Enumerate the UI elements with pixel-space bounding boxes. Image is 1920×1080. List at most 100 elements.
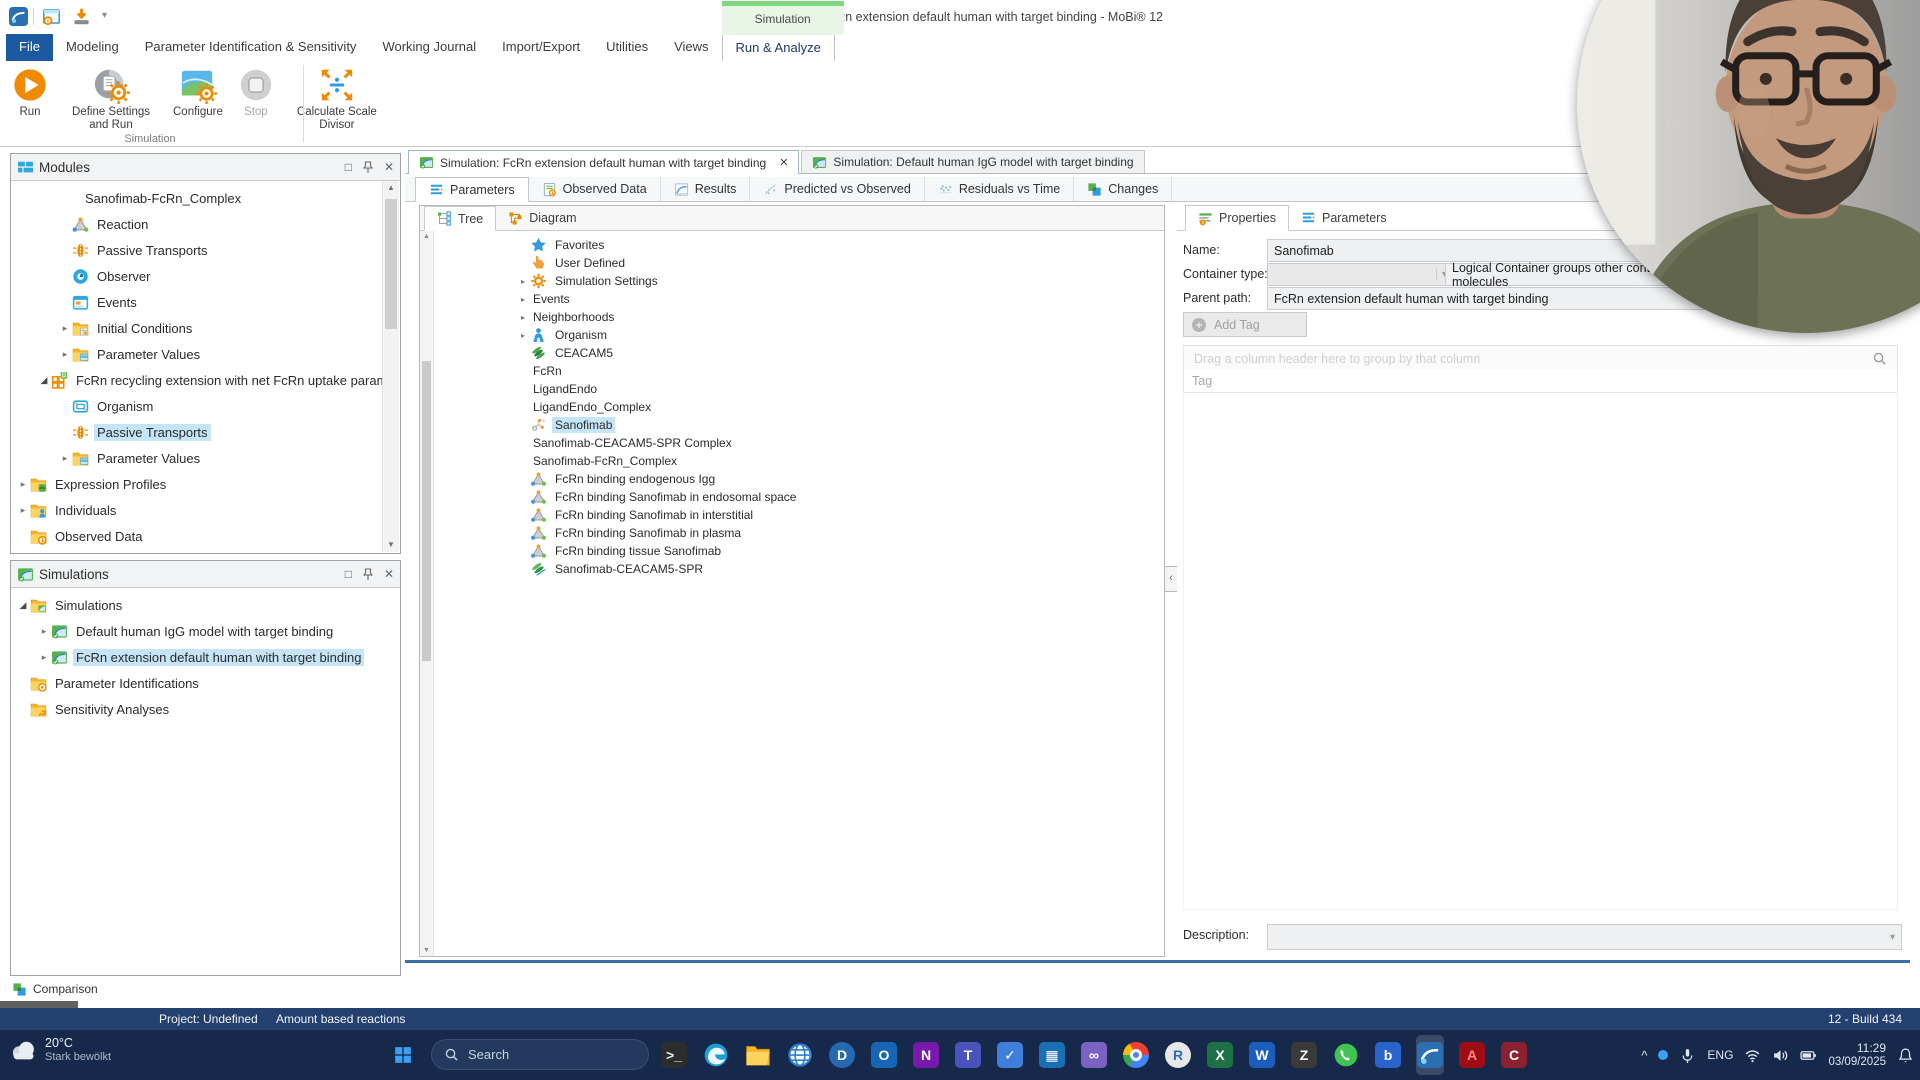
tree-item-fcrn-extension-default-human-with-target-b[interactable]: ▸ FcRn extension default human with targe… — [12, 644, 399, 670]
tree-item-passive-transports[interactable]: Passive Transports — [12, 419, 383, 445]
configure-button[interactable]: Configure — [166, 63, 230, 119]
tree-item-organism[interactable]: ▸ Organism — [433, 326, 1164, 344]
tree-item-fcrn-recycling-extension-with-net-fcrn-upt[interactable]: ◢ FcRn recycling extension with net FcRn … — [12, 367, 383, 393]
tree-item-events[interactable]: Events — [12, 289, 383, 315]
taskbar-zotero-icon[interactable]: Z — [1290, 1035, 1318, 1075]
ribbon-tab-working-journal[interactable]: Working Journal — [369, 34, 489, 61]
search-input[interactable]: Search — [431, 1039, 649, 1070]
scrollbar-thumb[interactable] — [422, 361, 431, 661]
ribbon-tab-modeling[interactable]: Modeling — [53, 34, 132, 61]
scrollbar-thumb[interactable] — [385, 199, 397, 329]
pin-icon[interactable] — [362, 567, 373, 581]
tree-item-simulation-settings[interactable]: ▸ Simulation Settings — [433, 272, 1164, 290]
tree-item-ceacam5[interactable]: CEACAM5 — [433, 344, 1164, 362]
scroll-down-icon[interactable]: ▼ — [383, 538, 399, 552]
tree-item-sensitivity-analyses[interactable]: Sensitivity Analyses — [12, 696, 399, 722]
tag-column-header[interactable]: Tag — [1183, 370, 1898, 393]
pin-icon[interactable] — [362, 160, 373, 174]
tree-item-sanofimab-ceacam5-spr-complex[interactable]: Sanofimab-CEACAM5-SPR Complex — [433, 434, 1164, 452]
tree-item-initial-conditions[interactable]: ▸ Initial Conditions — [12, 315, 383, 341]
expander-icon[interactable]: ▸ — [58, 349, 72, 360]
tree-item-organism[interactable]: Organism — [12, 393, 383, 419]
expander-icon[interactable]: ▸ — [516, 277, 530, 286]
taskbar-whatsapp-icon[interactable] — [1332, 1035, 1360, 1075]
expander-icon[interactable]: ▸ — [58, 453, 72, 464]
tree-item-sanofimab[interactable]: Sanofimab — [433, 416, 1164, 434]
taskbar-citavi-icon[interactable]: C — [1500, 1035, 1528, 1075]
taskbar-teams-icon[interactable]: T — [954, 1035, 982, 1075]
tree-item-ligandendo-complex[interactable]: LigandEndo_Complex — [433, 398, 1164, 416]
tab-tree[interactable]: Tree — [424, 206, 497, 231]
tree-item-simulations[interactable]: ◢ Simulations — [12, 592, 399, 618]
description-field[interactable]: ▾ — [1267, 924, 1902, 950]
expander-icon[interactable]: ▸ — [16, 479, 30, 490]
ribbon-tab-run-analyze[interactable]: Run & Analyze Simulation — [721, 1, 844, 62]
expander-icon[interactable]: ▸ — [516, 295, 530, 304]
view-tab-residuals-vs-time[interactable]: Residuals vs Time — [925, 177, 1075, 201]
run-button[interactable]: Run — [4, 63, 56, 119]
close-icon[interactable]: ✕ — [384, 567, 394, 581]
comparison-tab[interactable]: Comparison — [12, 978, 98, 1000]
scroll-up-icon[interactable]: ▲ — [383, 181, 399, 195]
tree-item-events[interactable]: ▸ Events — [433, 290, 1164, 308]
battery-icon[interactable] — [1800, 1047, 1817, 1064]
expander-icon[interactable]: ◢ — [16, 600, 30, 611]
tree-item-fcrn-binding-sanofimab-in-plasma[interactable]: FcRn binding Sanofimab in plasma — [433, 524, 1164, 542]
expander-icon[interactable]: ▸ — [58, 323, 72, 334]
taskbar-terminal-icon[interactable]: >_ — [660, 1035, 688, 1075]
ribbon-tab-parameter-identification-sensitivity[interactable]: Parameter Identification & Sensitivity — [132, 34, 370, 61]
tree-item-fcrn-binding-endogenous-igg[interactable]: FcRn binding endogenous Igg — [433, 470, 1164, 488]
tree-item-parameter-values[interactable]: ▸ Parameter Values — [12, 341, 383, 367]
bluetooth-icon[interactable] — [1658, 1050, 1669, 1060]
tree-item-observed-data[interactable]: Observed Data — [12, 523, 383, 549]
expander-icon[interactable]: ◢ — [37, 375, 51, 386]
close-tab-icon[interactable]: ✕ — [779, 156, 788, 169]
taskbar-excel-online-icon[interactable]: ▦ — [1038, 1035, 1066, 1075]
calculate-scale-divisor-button[interactable]: Calculate Scale Divisor — [282, 63, 392, 132]
expander-icon[interactable]: ▸ — [37, 626, 51, 637]
tree-item-parameter-values[interactable]: ▸ Parameter Values — [12, 445, 383, 471]
scroll-down-icon[interactable]: ▼ — [420, 947, 433, 954]
ribbon-tab-file[interactable]: File — [6, 34, 53, 61]
document-tab-2[interactable]: Simulation: Default human IgG model with… — [801, 150, 1145, 173]
tree-item-observer[interactable]: Observer — [12, 263, 383, 289]
ribbon-tab-import-export[interactable]: Import/Export — [489, 34, 593, 61]
search-icon[interactable] — [1872, 351, 1887, 366]
taskbar-edge-icon[interactable] — [702, 1035, 730, 1075]
taskbar-file-explorer-icon[interactable] — [744, 1035, 772, 1075]
tab-diagram[interactable]: Diagram — [496, 206, 588, 230]
wifi-icon[interactable] — [1744, 1047, 1761, 1064]
tree-item-favorites[interactable]: Favorites — [433, 236, 1164, 254]
view-tab-results[interactable]: Results — [661, 177, 751, 201]
view-tab-parameters[interactable]: Parameters — [415, 177, 529, 202]
clock[interactable]: 11:29 03/09/2025 — [1828, 1041, 1886, 1069]
close-icon[interactable]: ✕ — [384, 160, 394, 174]
add-tag-button[interactable]: + Add Tag — [1183, 312, 1307, 337]
tree-item-fcrn-binding-tissue-sanofimab[interactable]: FcRn binding tissue Sanofimab — [433, 542, 1164, 560]
expander-icon[interactable]: ▸ — [37, 652, 51, 663]
group-by-strip[interactable]: Drag a column header here to group by th… — [1183, 345, 1898, 372]
taskbar-todo-icon[interactable]: ✓ — [996, 1035, 1024, 1075]
taskbar-outlook-icon[interactable]: O — [870, 1035, 898, 1075]
expander-icon[interactable]: ▸ — [516, 313, 530, 322]
taskbar-onenote-icon[interactable]: N — [912, 1035, 940, 1075]
stop-button[interactable]: Stop — [230, 63, 282, 119]
start-button[interactable] — [394, 1046, 412, 1064]
view-tab-predicted-vs-observed[interactable]: Predicted vs Observed — [750, 177, 925, 201]
scroll-up-icon[interactable]: ▲ — [420, 233, 433, 240]
taskbar-chrome-icon[interactable] — [1122, 1035, 1150, 1075]
tree-item-individuals[interactable]: ▸ Individuals — [12, 497, 383, 523]
define-settings-and-run-button[interactable]: Define Settings and Run — [56, 63, 166, 132]
expander-icon[interactable]: ▸ — [516, 331, 530, 340]
container-type-dropdown[interactable]: ▾ — [1267, 263, 1454, 286]
tree-item-user-defined[interactable]: User Defined — [433, 254, 1164, 272]
modules-scrollbar[interactable]: ▲ ▼ — [382, 181, 399, 552]
tab-parameters[interactable]: Parameters — [1289, 205, 1399, 230]
microphone-icon[interactable] — [1679, 1047, 1696, 1064]
tree-item-parameter-identifications[interactable]: Parameter Identifications — [12, 670, 399, 696]
tree-item-fcrn-binding-sanofimab-in-endosomal-space[interactable]: FcRn binding Sanofimab in endosomal spac… — [433, 488, 1164, 506]
view-tab-changes[interactable]: Changes — [1074, 177, 1173, 201]
language-indicator[interactable]: ENG — [1707, 1048, 1733, 1062]
tree-item-sanofimab-fcrn-complex[interactable]: Sanofimab-FcRn_Complex — [12, 185, 383, 211]
taskbar-dell-support-icon[interactable]: D — [828, 1035, 856, 1075]
